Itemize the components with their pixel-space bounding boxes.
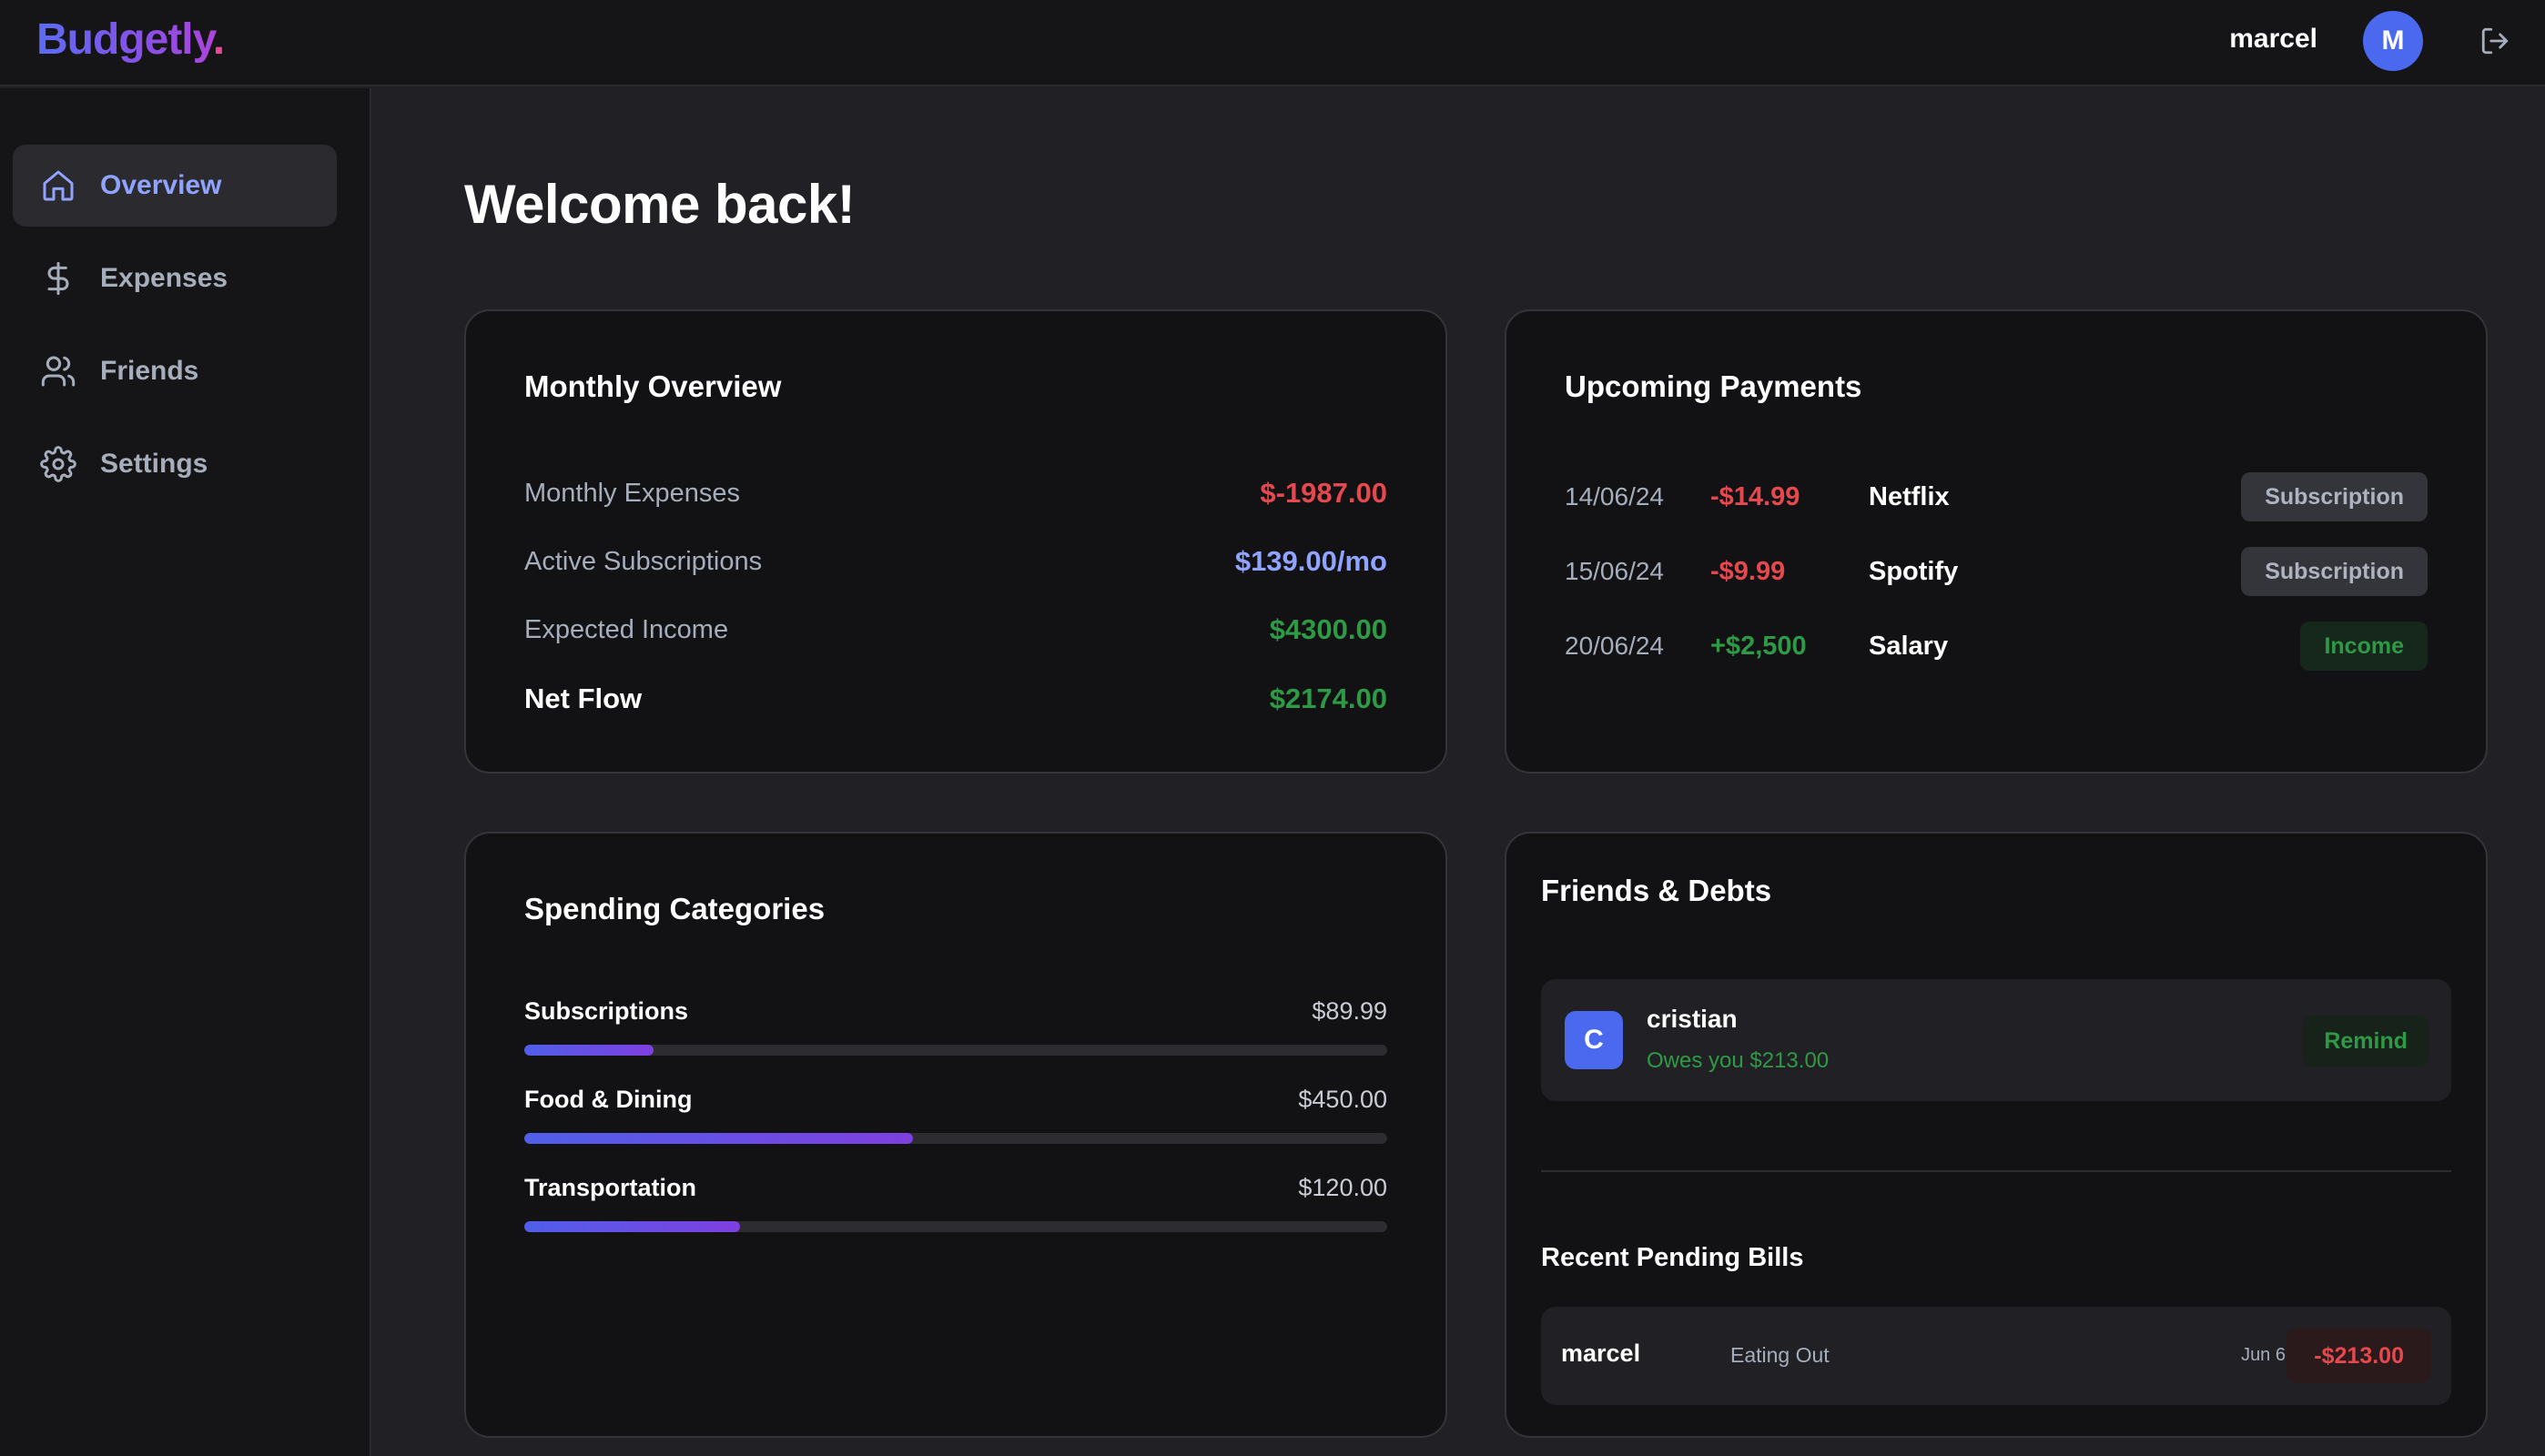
- friends-debts-card: Friends & Debts C cristian Owes you $213…: [1505, 832, 2488, 1438]
- friend-debt-item: C cristian Owes you $213.00 Remind: [1541, 979, 2451, 1101]
- sidebar: Overview Expenses Friends Settings: [0, 88, 371, 1456]
- category-amount: $450.00: [1298, 1086, 1387, 1113]
- sidebar-item-label: Expenses: [100, 263, 228, 293]
- card-title: Spending Categories: [524, 892, 826, 925]
- category-progress-track: [524, 1221, 1387, 1232]
- category-item-food-dining: Food & Dining $450.00: [524, 1086, 1387, 1149]
- home-icon: [43, 170, 74, 201]
- category-progress-fill: [524, 1133, 913, 1144]
- category-amount: $89.99: [1312, 997, 1387, 1025]
- sidebar-item-expenses[interactable]: Expenses: [13, 238, 337, 319]
- avatar[interactable]: M: [2363, 11, 2423, 71]
- sidebar-item-label: Settings: [100, 449, 208, 479]
- payment-name: Salary: [1869, 631, 1949, 661]
- payment-date: 15/06/24: [1565, 557, 1664, 585]
- pending-bill-row[interactable]: marcel Eating Out Jun 6 -$213.00: [1541, 1307, 2451, 1405]
- friend-avatar: C: [1565, 1011, 1623, 1069]
- sidebar-item-settings[interactable]: Settings: [13, 423, 337, 505]
- brand-logo[interactable]: Budgetly.: [36, 13, 225, 67]
- payment-type-badge: Income: [2300, 622, 2428, 671]
- bill-category: Eating Out: [1730, 1343, 1830, 1367]
- remind-button[interactable]: Remind: [2302, 1016, 2429, 1067]
- category-progress-fill: [524, 1221, 740, 1232]
- payment-type-badge: Subscription: [2241, 547, 2428, 596]
- card-title: Friends & Debts: [1541, 874, 1772, 907]
- row-value: $-1987.00: [1260, 477, 1387, 509]
- top-bar: Budgetly. marcel M: [0, 0, 2545, 86]
- category-name: Food & Dining: [524, 1086, 693, 1113]
- payment-amount: -$14.99: [1710, 481, 1800, 511]
- monthly-overview-card: Monthly Overview Monthly Expenses $-1987…: [464, 309, 1447, 774]
- bill-amount: -$213.00: [2286, 1329, 2431, 1383]
- overview-row-monthly-expenses: Monthly Expenses $-1987.00: [524, 473, 1387, 513]
- users-icon: [41, 356, 76, 387]
- overview-row-expected-income: Expected Income $4300.00: [524, 610, 1387, 650]
- dollar-icon: [47, 261, 69, 296]
- brand-dot: .: [212, 15, 225, 64]
- card-title: Monthly Overview: [524, 369, 782, 403]
- category-progress-track: [524, 1133, 1387, 1144]
- row-value: $2174.00: [1269, 682, 1387, 714]
- gear-icon: [40, 446, 76, 482]
- card-title: Upcoming Payments: [1565, 369, 1862, 403]
- row-value: $139.00/mo: [1234, 545, 1387, 577]
- logout-icon[interactable]: [2479, 25, 2510, 56]
- category-name: Transportation: [524, 1174, 697, 1201]
- category-name: Subscriptions: [524, 997, 689, 1025]
- row-value: $4300.00: [1269, 613, 1387, 645]
- sidebar-item-overview[interactable]: Overview: [13, 145, 337, 227]
- payment-type-badge: Subscription: [2241, 472, 2428, 521]
- bill-date: Jun 6: [2241, 1345, 2286, 1365]
- section-title: Recent Pending Bills: [1541, 1243, 1804, 1272]
- upcoming-payments-card: Upcoming Payments 14/06/24 -$14.99 Netfl…: [1505, 309, 2488, 774]
- brand-name: Budgetly: [36, 15, 213, 64]
- payment-date: 20/06/24: [1565, 632, 1664, 660]
- row-label: Expected Income: [524, 614, 729, 644]
- category-progress-track: [524, 1045, 1387, 1056]
- friend-name: cristian: [1647, 1005, 1738, 1033]
- payment-name: Spotify: [1869, 556, 1959, 586]
- category-progress-fill: [524, 1045, 654, 1056]
- sidebar-item-friends[interactable]: Friends: [13, 330, 337, 412]
- row-label: Active Subscriptions: [524, 546, 763, 576]
- payment-amount: -$9.99: [1710, 556, 1786, 586]
- payment-row: 15/06/24 -$9.99 Spotify Subscription: [1565, 546, 2428, 597]
- row-label: Monthly Expenses: [524, 478, 740, 508]
- friend-debt-status: Owes you $213.00: [1647, 1048, 1830, 1073]
- payment-row: 14/06/24 -$14.99 Netflix Subscription: [1565, 471, 2428, 522]
- overview-row-active-subscriptions: Active Subscriptions $139.00/mo: [524, 541, 1387, 581]
- overview-row-net-flow: Net Flow $2174.00: [524, 679, 1387, 719]
- payment-name: Netflix: [1869, 481, 1950, 511]
- row-label: Net Flow: [524, 682, 643, 714]
- payment-date: 14/06/24: [1565, 482, 1664, 511]
- category-item-subscriptions: Subscriptions $89.99: [524, 997, 1387, 1061]
- sidebar-item-label: Overview: [100, 170, 222, 200]
- category-item-transportation: Transportation $120.00: [524, 1174, 1387, 1238]
- divider: [1541, 1170, 2451, 1172]
- header-user-name: marcel: [2229, 24, 2317, 54]
- payment-row: 20/06/24 +$2,500 Salary Income: [1565, 621, 2428, 672]
- payment-amount: +$2,500: [1710, 631, 1807, 661]
- sidebar-item-label: Friends: [100, 356, 199, 386]
- bill-payer: marcel: [1561, 1340, 1641, 1367]
- category-amount: $120.00: [1298, 1174, 1387, 1201]
- page-title: Welcome back!: [464, 174, 856, 235]
- spending-categories-card: Spending Categories Subscriptions $89.99…: [464, 832, 1447, 1438]
